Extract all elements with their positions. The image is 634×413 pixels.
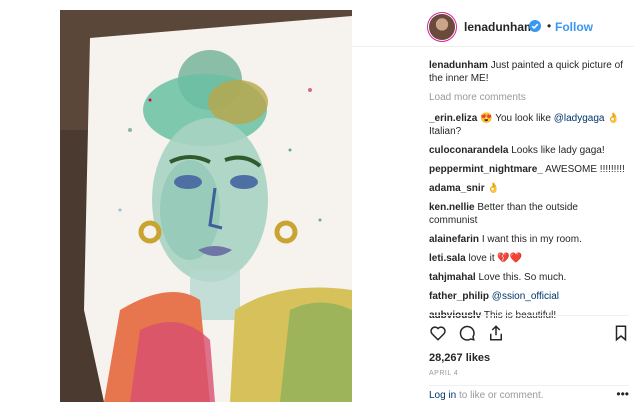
login-prompt: Log in to like or comment. •••: [429, 385, 629, 407]
share-icon[interactable]: [487, 324, 505, 342]
separator-dot: •: [547, 19, 552, 33]
likes-count[interactable]: 28,267 likes: [429, 352, 490, 364]
post-username[interactable]: lenadunham: [464, 20, 535, 34]
more-options-icon[interactable]: •••: [616, 387, 629, 401]
caption: lenadunham Just painted a quick picture …: [429, 59, 629, 85]
comment-username[interactable]: alainefarin: [429, 234, 479, 245]
comment-text: AWESOME !!!!!!!!!: [545, 164, 625, 175]
comment-item: leti.sala love it 💔❤️: [429, 252, 629, 265]
post-date: APRIL 4: [429, 370, 459, 377]
comment-username[interactable]: ken.nellie: [429, 202, 475, 213]
comment-username[interactable]: adama_snir: [429, 183, 485, 194]
post-actions: [429, 315, 629, 346]
comment-text: love it 💔❤️: [468, 253, 523, 264]
comment-item: alainefarin I want this in my room.: [429, 233, 629, 246]
watercolor-painting-image: [60, 10, 352, 402]
comment-item: _erin.eliza 😍 You look like @ladygaga 👌 …: [429, 112, 629, 138]
caption-username[interactable]: lenadunham: [429, 60, 488, 71]
comment-mention[interactable]: @ladygaga: [554, 113, 605, 124]
comment-text: I want this in my room.: [481, 234, 582, 245]
comment-item: tahjmahal Love this. So much.: [429, 271, 629, 284]
comment-username[interactable]: leti.sala: [429, 253, 466, 264]
comment-mention[interactable]: @ssion_official: [492, 291, 559, 302]
heart-icon[interactable]: [429, 324, 447, 342]
comment-username[interactable]: culoconarandela: [429, 145, 508, 156]
comment-item: ken.nellie Better than the outside commu…: [429, 201, 629, 227]
comment-item: adama_snir 👌: [429, 182, 629, 195]
comment-text: 👌: [487, 183, 500, 194]
post-header: lenadunham • Follow: [352, 10, 634, 47]
follow-button[interactable]: Follow: [555, 20, 593, 34]
post-photo[interactable]: [60, 10, 352, 402]
comment-text: 😍 You look like: [480, 113, 554, 124]
comment-username[interactable]: peppermint_nightmare_: [429, 164, 543, 175]
comment-text: Love this. So much.: [478, 272, 567, 283]
post-sidebar: lenadunham • Follow lenadunham Just pain…: [352, 10, 634, 402]
comment-text: Looks like lady gaga!: [511, 145, 605, 156]
comment-username[interactable]: _erin.eliza: [429, 113, 477, 124]
comment-username[interactable]: tahjmahal: [429, 272, 476, 283]
load-more-comments-link[interactable]: Load more comments: [429, 91, 629, 104]
bookmark-icon[interactable]: [612, 324, 630, 342]
comment-item: culoconarandela Looks like lady gaga!: [429, 144, 629, 157]
login-link[interactable]: Log in: [429, 390, 456, 401]
comment-bubble-icon[interactable]: [458, 324, 476, 342]
avatar[interactable]: [429, 14, 455, 40]
comment-list: lenadunham Just painted a quick picture …: [429, 59, 629, 328]
comment-item: peppermint_nightmare_ AWESOME !!!!!!!!!: [429, 163, 629, 176]
comment-item: father_philip @ssion_official: [429, 290, 629, 303]
login-prompt-text: to like or comment.: [456, 390, 544, 401]
comment-username[interactable]: father_philip: [429, 291, 489, 302]
verified-badge-icon: [529, 20, 541, 32]
